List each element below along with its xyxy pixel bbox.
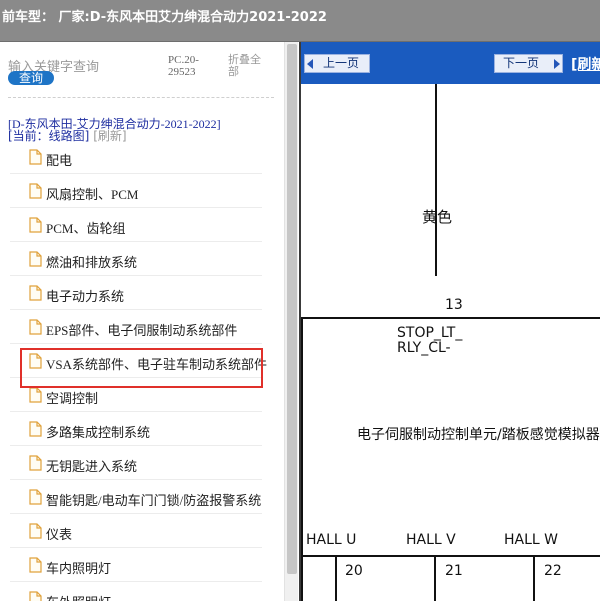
control-unit-label: 电子伺服制动控制单元/踏板感觉模拟器	[357, 427, 600, 443]
menu-item-label: 车外照明灯	[46, 592, 111, 601]
pin-number-v: 21	[445, 563, 463, 579]
query-button[interactable]: 查询	[8, 71, 54, 85]
wire-hall-w	[533, 557, 535, 601]
menu-item-label: 仪表	[46, 527, 73, 542]
divider	[8, 97, 274, 98]
menu-item-label: 无钥匙进入系统	[46, 459, 138, 474]
menu-item-label: EPS部件、电子伺服制动系统部件	[46, 323, 238, 338]
menu-item[interactable]: 电子动力系统	[0, 276, 284, 310]
hall-v-label: HALL V	[406, 532, 456, 548]
menu-item[interactable]: 风扇控制、PCM	[0, 174, 284, 208]
menu-item[interactable]: 燃油和排放系统	[0, 242, 284, 276]
pin-number-top: 13	[445, 297, 463, 313]
menu-item[interactable]: 仪表	[0, 514, 284, 548]
document-icon	[29, 217, 42, 233]
menu-item-label: 空调控制	[46, 391, 99, 406]
vehicle-title: 前车型： 厂家:D-东风本田艾力绅混合动力2021-2022	[2, 10, 327, 25]
menu-item[interactable]: 无钥匙进入系统	[0, 446, 284, 480]
document-icon	[29, 489, 42, 505]
document-icon	[29, 251, 42, 267]
menu-item[interactable]: 智能钥匙/电动车门门锁/防盗报警系统	[0, 480, 284, 514]
pc-code: PC.20-29523	[168, 54, 199, 78]
menu-item-label: 多路集成控制系统	[46, 425, 151, 440]
document-icon	[29, 455, 42, 471]
connector-top-edge	[301, 317, 600, 319]
wire-top	[435, 84, 437, 276]
left-panel: 输入关键字查询 查询 PC.20-29523 折叠全部 [D-东风本田-艾力绅混…	[0, 42, 284, 601]
menu-item[interactable]: 多路集成控制系统	[0, 412, 284, 446]
prev-page-button[interactable]: 上一页	[304, 54, 370, 73]
menu-item-label: 智能钥匙/电动车门门锁/防盗报警系统	[46, 493, 262, 508]
wire-color-label: 黄色	[422, 208, 453, 226]
scroll-thumb[interactable]	[287, 44, 297, 574]
document-icon	[29, 285, 42, 301]
document-icon	[29, 421, 42, 437]
menu-item-label: PCM、齿轮组	[46, 221, 126, 236]
connector-bottom-edge	[301, 555, 600, 557]
stop-relay-label-2: RLY_CL-	[397, 340, 451, 356]
document-icon	[29, 183, 42, 199]
menu-item-label: 燃油和排放系统	[46, 255, 138, 270]
next-page-button[interactable]: 下一页	[494, 54, 563, 73]
hall-u-label: HALL U	[306, 532, 357, 548]
selected-item-highlight	[20, 348, 263, 388]
document-icon	[29, 387, 42, 403]
left-scrollbar[interactable]	[284, 42, 298, 601]
arrow-left-icon	[307, 59, 313, 69]
stop-relay-label-1: STOP_LT_	[397, 325, 463, 341]
document-icon	[29, 319, 42, 335]
wiring-diagram: 黄色 13 STOP_LT_ RLY_CL- 电子伺服制动控制单元/踏板感觉模拟…	[301, 84, 600, 601]
diagram-viewer: 上一页 下一页 [刷新 黄色 13 STOP_LT_ RLY_CL- 电子伺服制…	[299, 42, 600, 601]
viewer-refresh-link[interactable]: [刷新	[571, 54, 600, 74]
prev-page-label: 上一页	[323, 56, 360, 70]
menu-item[interactable]: PCM、齿轮组	[0, 208, 284, 242]
arrow-right-icon	[554, 59, 560, 69]
menu-item-label: 电子动力系统	[46, 289, 125, 304]
menu-item[interactable]: 配电	[0, 140, 284, 174]
wire-hall-v	[434, 557, 436, 601]
menu-item[interactable]: 车内照明灯	[0, 548, 284, 582]
document-icon	[29, 591, 42, 601]
wire-hall-u	[335, 557, 337, 601]
document-icon	[29, 523, 42, 539]
pin-number-u: 20	[345, 563, 363, 579]
menu-item-label: 车内照明灯	[46, 561, 112, 576]
title-bar: 前车型： 厂家:D-东风本田艾力绅混合动力2021-2022	[0, 0, 600, 42]
collapse-all-link[interactable]: 折叠全部	[228, 54, 268, 78]
menu-item[interactable]: 车外照明灯	[0, 582, 284, 601]
next-page-label: 下一页	[503, 56, 540, 70]
pin-number-w: 22	[544, 563, 562, 579]
menu-item-label: 配电	[46, 153, 73, 168]
document-icon	[29, 149, 42, 165]
hall-w-label: HALL W	[504, 532, 558, 548]
viewer-toolbar: 上一页 下一页 [刷新	[301, 42, 600, 84]
menu-item-label: 风扇控制、PCM	[46, 187, 139, 202]
menu-item[interactable]: EPS部件、电子伺服制动系统部件	[0, 310, 284, 344]
document-icon	[29, 557, 42, 573]
connector-left-edge	[301, 317, 303, 601]
